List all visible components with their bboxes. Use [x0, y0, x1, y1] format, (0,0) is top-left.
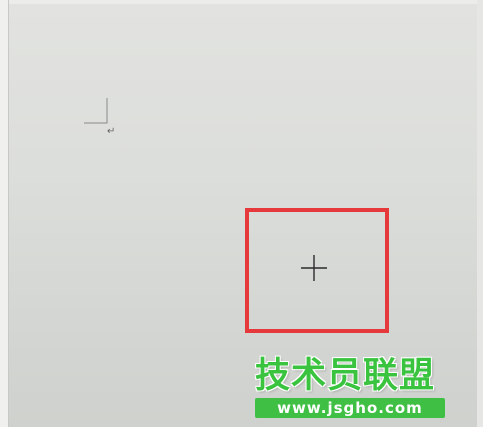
document-page[interactable]: ↵ 技术员联盟 www.jsgho.com — [0, 0, 483, 427]
crosshair-icon — [301, 255, 327, 281]
watermark-url: www.jsgho.com — [255, 398, 445, 418]
page-right-edge — [477, 0, 483, 427]
page-left-edge — [0, 0, 9, 427]
watermark-title: 技术员联盟 — [255, 356, 436, 396]
margin-corner-mark — [84, 98, 108, 124]
paragraph-mark: ↵ — [107, 126, 116, 137]
page-top-edge — [0, 0, 483, 4]
watermark-logo: 技术员联盟 www.jsgho.com — [255, 356, 445, 422]
